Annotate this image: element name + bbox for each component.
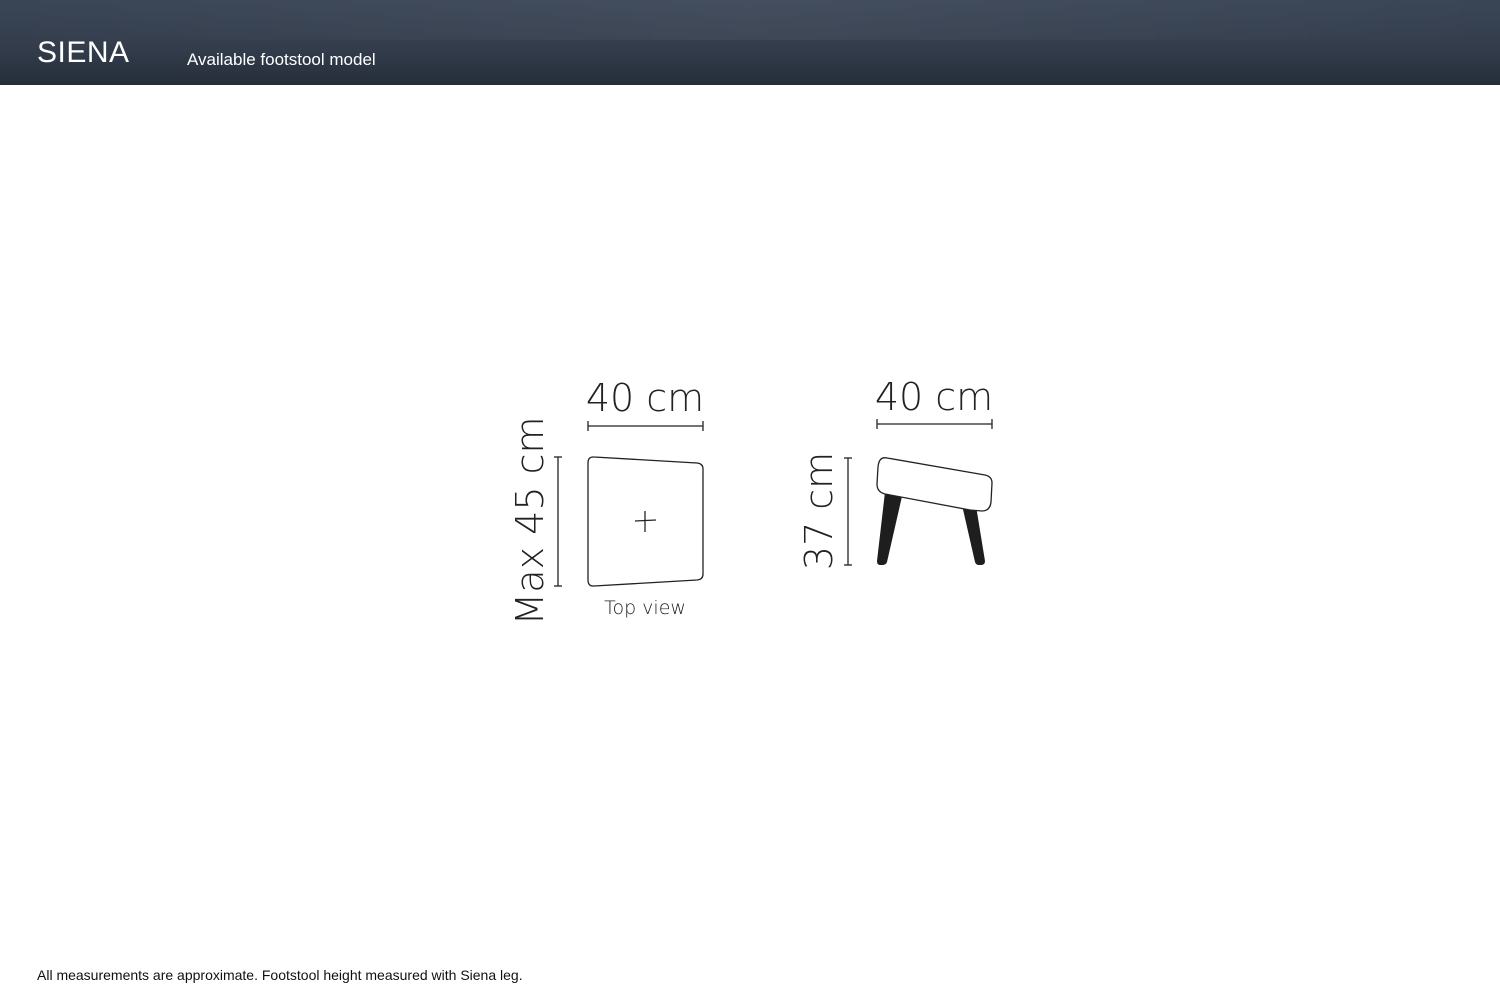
side-view-front-leg [877, 492, 903, 565]
top-view-depth-label: Max 45 cm [508, 417, 552, 626]
side-view-back-leg [962, 505, 985, 565]
footstool-diagram: 40 cm Max 45 cm Top view 40 cm 37 cm [508, 375, 993, 625]
side-view-height-dimension-line [844, 457, 852, 566]
side-view-width-dimension-line [876, 419, 993, 429]
top-view-caption: Top view [604, 597, 686, 619]
top-view-depth-dimension-line [554, 456, 562, 587]
top-view-center-mark [634, 511, 657, 532]
top-view-width-dimension-line [587, 421, 704, 431]
side-view-width-label: 40 cm [875, 375, 993, 419]
side-view: 40 cm 37 cm [797, 375, 993, 570]
top-view-width-label: 40 cm [586, 376, 704, 420]
top-view: 40 cm Max 45 cm Top view [508, 376, 704, 625]
side-view-height-label: 37 cm [797, 452, 841, 570]
measurement-disclaimer: All measurements are approximate. Footst… [37, 967, 523, 983]
